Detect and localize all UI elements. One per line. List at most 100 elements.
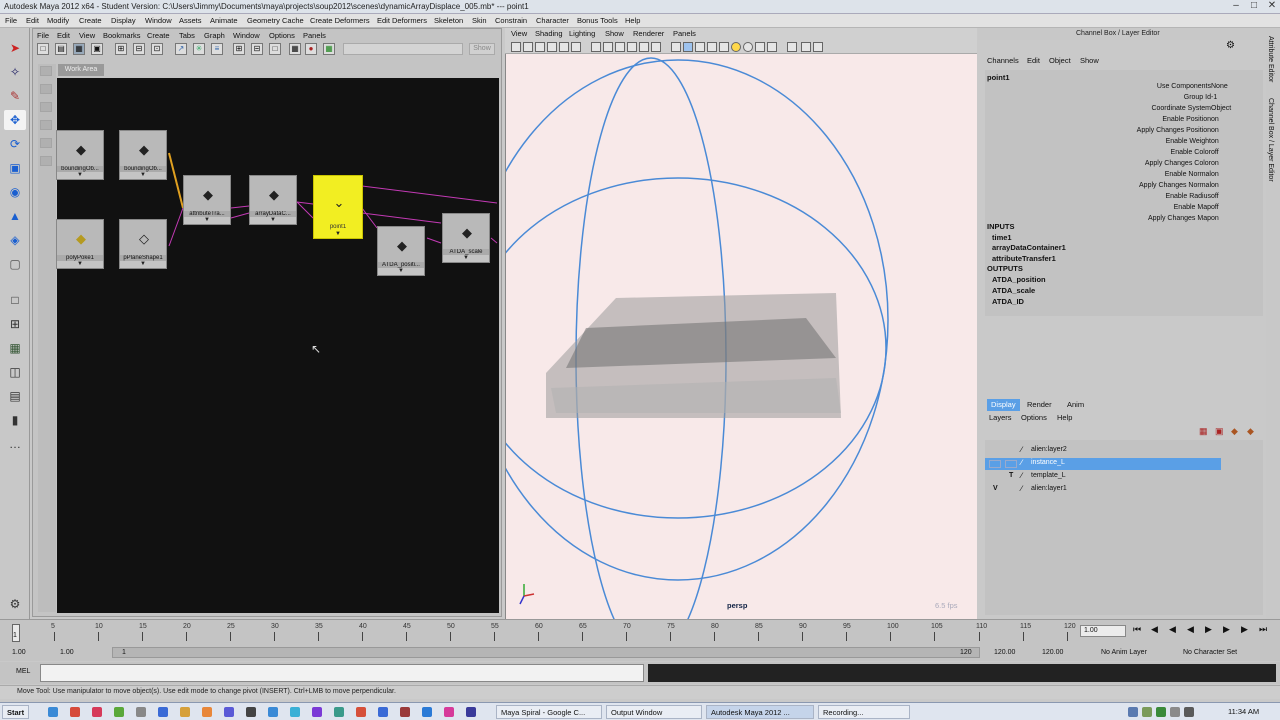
xray-active-icon[interactable] bbox=[813, 42, 823, 52]
layer-menu-help[interactable]: Help bbox=[1057, 413, 1072, 422]
xray-joints-icon[interactable] bbox=[801, 42, 811, 52]
hg-network-icon[interactable]: ✳ bbox=[193, 43, 205, 55]
step-back-key-icon[interactable]: ◀ bbox=[1151, 624, 1158, 635]
node-bounding-object-2[interactable]: ◆ boundingOb... ▼ bbox=[119, 130, 167, 180]
taskbar-item-chrome[interactable]: Maya Spiral - Google C... bbox=[496, 705, 602, 719]
attr-value[interactable]: on bbox=[1211, 160, 1219, 167]
animation-start-field[interactable]: 1.00 bbox=[12, 649, 26, 656]
vp-menu-lighting[interactable]: Lighting bbox=[569, 29, 595, 38]
step-back-frame-icon[interactable]: ◀ bbox=[1169, 624, 1176, 635]
tray-icon[interactable] bbox=[1156, 707, 1166, 717]
mel-input[interactable] bbox=[40, 664, 644, 682]
ao-icon[interactable] bbox=[767, 42, 777, 52]
layer-playback[interactable] bbox=[1005, 460, 1017, 468]
step-forward-key-icon[interactable]: ▶ bbox=[1241, 624, 1248, 635]
layer-color-icon[interactable]: ∕ bbox=[1021, 445, 1022, 454]
tray-icon[interactable] bbox=[1128, 707, 1138, 717]
hg-swatch-icon[interactable]: ● bbox=[305, 43, 317, 55]
quick-launch-icon[interactable] bbox=[92, 707, 102, 717]
smooth-shade-icon[interactable] bbox=[683, 42, 693, 52]
hg-side-button[interactable] bbox=[40, 138, 52, 148]
quick-launch-icon[interactable] bbox=[136, 707, 146, 717]
layer-row[interactable]: ∕ alien:layer2 bbox=[985, 445, 1221, 457]
attr-value[interactable]: None bbox=[1211, 83, 1228, 90]
field-chart-icon[interactable] bbox=[615, 42, 625, 52]
bookmark-icon[interactable] bbox=[535, 42, 545, 52]
layer-visibility[interactable] bbox=[989, 460, 1001, 468]
quick-launch-icon[interactable] bbox=[378, 707, 388, 717]
quick-launch-icon[interactable] bbox=[202, 707, 212, 717]
quick-launch-icon[interactable] bbox=[400, 707, 410, 717]
layer-visibility[interactable]: V bbox=[993, 485, 998, 492]
hg-input-icon[interactable]: ▤ bbox=[55, 43, 67, 55]
cb-menu-object[interactable]: Object bbox=[1049, 56, 1071, 65]
menu-edit-deformers[interactable]: Edit Deformers bbox=[377, 16, 427, 25]
hg-menu-bookmarks[interactable]: Bookmarks bbox=[103, 31, 141, 40]
textured-icon[interactable] bbox=[707, 42, 717, 52]
node-attribute-transfer[interactable]: ◆ attributeTra... ▼ bbox=[183, 175, 231, 225]
layout-columns-icon[interactable]: ▮ bbox=[4, 410, 26, 430]
shadow-icon[interactable] bbox=[743, 42, 753, 52]
quick-launch-icon[interactable] bbox=[158, 707, 168, 717]
menu-display[interactable]: Display bbox=[111, 16, 136, 25]
lasso-tool-icon[interactable]: ✧ bbox=[4, 62, 26, 82]
tab-anim[interactable]: Anim bbox=[1063, 399, 1088, 411]
quick-launch-icon[interactable] bbox=[444, 707, 454, 717]
tray-icon[interactable] bbox=[1142, 707, 1152, 717]
hg-side-button[interactable] bbox=[40, 66, 52, 76]
quick-launch-icon[interactable] bbox=[180, 707, 190, 717]
tab-display[interactable]: Display bbox=[987, 399, 1020, 411]
tray-icon[interactable] bbox=[1184, 707, 1194, 717]
hg-io-icon[interactable]: ▦ bbox=[73, 43, 85, 55]
hg-search-field[interactable] bbox=[343, 43, 463, 55]
hg-menu-view[interactable]: View bbox=[79, 31, 95, 40]
attr-value[interactable]: off bbox=[1211, 149, 1219, 156]
menu-skin[interactable]: Skin bbox=[472, 16, 487, 25]
cb-menu-channels[interactable]: Channels bbox=[987, 56, 1019, 65]
tab-render[interactable]: Render bbox=[1023, 399, 1056, 411]
layer-options-icon[interactable]: ◆ bbox=[1247, 426, 1254, 437]
paint-select-icon[interactable]: ✎ bbox=[4, 86, 26, 106]
menu-create-deformers[interactable]: Create Deformers bbox=[310, 16, 370, 25]
hg-menu-edit[interactable]: Edit bbox=[57, 31, 70, 40]
taskbar-item-recording[interactable]: Recording... bbox=[818, 705, 910, 719]
attr-value[interactable]: on bbox=[1211, 127, 1219, 134]
character-set-dropdown[interactable]: No Character Set bbox=[1183, 649, 1237, 656]
layer-options-icon[interactable]: ◆ bbox=[1231, 426, 1238, 437]
attr-value[interactable]: off bbox=[1211, 204, 1219, 211]
range-slider[interactable] bbox=[112, 647, 980, 658]
hg-layout-icon[interactable]: ⊡ bbox=[151, 43, 163, 55]
clock[interactable]: 11:34 AM bbox=[1228, 707, 1259, 716]
hg-side-button[interactable] bbox=[40, 156, 52, 166]
menu-geometry-cache[interactable]: Geometry Cache bbox=[247, 16, 304, 25]
output-node[interactable]: ATDA_ID bbox=[992, 297, 1024, 306]
image-plane-icon[interactable] bbox=[547, 42, 557, 52]
output-node[interactable]: ATDA_position bbox=[992, 275, 1046, 284]
layer-color-icon[interactable]: ∕ bbox=[1021, 484, 1022, 493]
input-node[interactable]: time1 bbox=[992, 233, 1012, 242]
gate-mask-icon[interactable] bbox=[603, 42, 613, 52]
quick-launch-icon[interactable] bbox=[312, 707, 322, 717]
node-arrow-icon[interactable]: ▼ bbox=[443, 255, 489, 262]
layer-menu-options[interactable]: Options bbox=[1021, 413, 1047, 422]
channel-box-settings-icon[interactable]: ⚙ bbox=[1226, 40, 1235, 51]
mel-label[interactable]: MEL bbox=[16, 668, 30, 675]
hg-connect-icon[interactable]: ↗ bbox=[175, 43, 187, 55]
node-arrow-icon[interactable]: ▼ bbox=[57, 261, 103, 268]
attr-value[interactable]: on bbox=[1211, 116, 1219, 123]
use-lights-icon[interactable] bbox=[719, 42, 729, 52]
node-array-data-container[interactable]: ◆ arrayDataC... ▼ bbox=[249, 175, 297, 225]
xray-icon[interactable] bbox=[755, 42, 765, 52]
attr-value[interactable]: on bbox=[1211, 182, 1219, 189]
attr-value[interactable]: on bbox=[1211, 138, 1219, 145]
tray-icon[interactable] bbox=[1170, 707, 1180, 717]
new-layer-icon[interactable]: ▦ bbox=[1199, 426, 1208, 437]
taskbar-item-output-window[interactable]: Output Window bbox=[606, 705, 702, 719]
menu-file[interactable]: File bbox=[5, 16, 17, 25]
isolate-select-icon[interactable] bbox=[787, 42, 797, 52]
input-node[interactable]: arrayDataContainer1 bbox=[992, 243, 1066, 252]
hg-side-button[interactable] bbox=[40, 84, 52, 94]
time-slider[interactable]: 1 5 10 15 20 25 30 35 40 45 50 55 60 65 … bbox=[0, 619, 1280, 645]
layer-color-icon[interactable]: ∕ bbox=[1021, 471, 1022, 480]
camera-attr-icon[interactable] bbox=[523, 42, 533, 52]
